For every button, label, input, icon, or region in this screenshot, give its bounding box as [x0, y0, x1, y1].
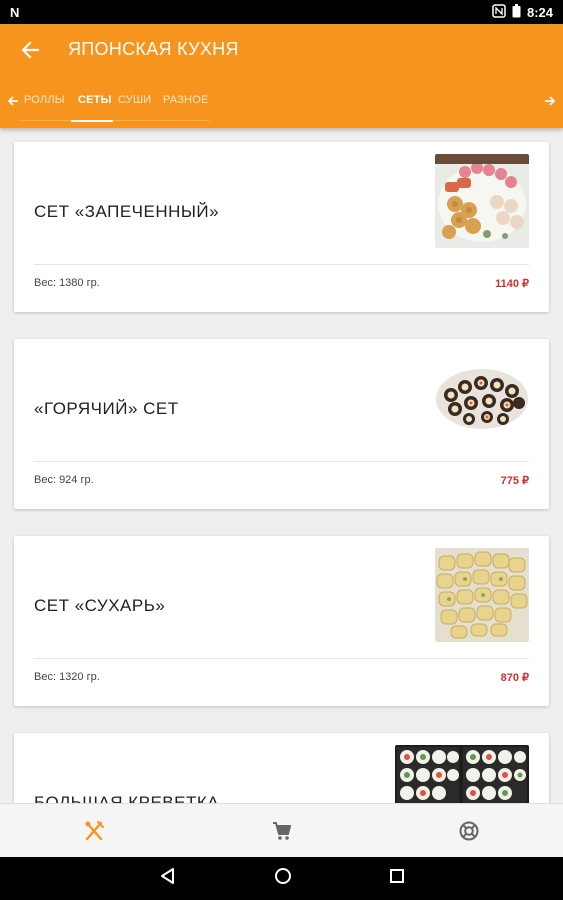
card-divider — [34, 264, 529, 265]
product-weight: Вес: 1320 гр. — [34, 671, 100, 683]
cutlery-icon — [85, 820, 104, 840]
nfc-icon — [492, 3, 506, 21]
product-image — [435, 351, 529, 445]
status-bar: N 8:24 — [0, 0, 563, 24]
product-card[interactable]: СЕТ «ЗАПЕЧЕННЫЙ» Вес: 1380 гр. 1140 ₽ — [14, 142, 549, 312]
product-price: 1140 ₽ — [495, 278, 529, 290]
tab-rolly[interactable]: РОЛЛЫ — [24, 94, 65, 106]
app-bar: ЯПОНСКАЯ КУХНЯ РОЛЛЫ СЕТЫ СУШИ РАЗНОЕ — [0, 24, 563, 128]
n-notification-icon: N — [10, 4, 20, 20]
back-triangle-icon[interactable] — [159, 867, 177, 890]
product-weight: Вес: 924 гр. — [34, 474, 94, 486]
product-image — [435, 154, 529, 248]
tabs-scroll-right-icon[interactable] — [543, 94, 557, 108]
lifebuoy-icon — [459, 821, 479, 840]
bottom-navigation — [0, 803, 563, 857]
recents-square-icon[interactable] — [389, 868, 405, 889]
product-weight: Вес: 1380 гр. — [34, 277, 100, 289]
nav-menu[interactable] — [0, 804, 188, 857]
clock: 8:24 — [526, 4, 553, 20]
product-name: БОЛЬШАЯ КРЕВЕТКА — [34, 793, 220, 803]
cart-icon — [272, 821, 291, 840]
product-name: «ГОРЯЧИЙ» СЕТ — [34, 399, 179, 418]
product-price: 775 ₽ — [500, 475, 529, 487]
product-list: СЕТ «ЗАПЕЧЕННЫЙ» Вес: 1380 гр. 1140 ₽ «Г… — [0, 128, 563, 803]
nav-cart[interactable] — [188, 804, 376, 857]
product-name: СЕТ «ЗАПЕЧЕННЫЙ» — [34, 202, 220, 221]
product-card[interactable]: БОЛЬШАЯ КРЕВЕТКА — [14, 733, 549, 803]
product-card[interactable]: «ГОРЯЧИЙ» СЕТ Вес: 924 гр. 775 ₽ — [14, 339, 549, 509]
product-name: СЕТ «СУХАРЬ» — [34, 596, 166, 615]
product-image — [395, 745, 529, 803]
product-card[interactable]: СЕТ «СУХАРЬ» Вес: 1320 гр. 870 ₽ — [14, 536, 549, 706]
home-circle-icon[interactable] — [274, 867, 292, 890]
back-button[interactable] — [16, 36, 44, 64]
page-title: ЯПОНСКАЯ КУХНЯ — [68, 39, 239, 59]
category-tabs: РОЛЛЫ СЕТЫ СУШИ РАЗНОЕ — [0, 84, 563, 128]
nav-support[interactable] — [375, 804, 563, 857]
card-divider — [34, 461, 529, 462]
active-tab-indicator — [71, 120, 113, 122]
tabs-scroll-left-icon[interactable] — [6, 94, 20, 108]
tab-sety[interactable]: СЕТЫ — [78, 94, 112, 106]
system-navigation-bar — [0, 857, 563, 900]
tabs-track — [20, 120, 210, 121]
tab-sushi[interactable]: СУШИ — [118, 94, 151, 106]
battery-icon — [512, 3, 521, 21]
card-divider — [34, 658, 529, 659]
tab-raznoe[interactable]: РАЗНОЕ — [163, 94, 209, 106]
arrow-left-icon — [21, 41, 40, 59]
product-price: 870 ₽ — [500, 672, 529, 684]
product-image — [435, 548, 529, 642]
